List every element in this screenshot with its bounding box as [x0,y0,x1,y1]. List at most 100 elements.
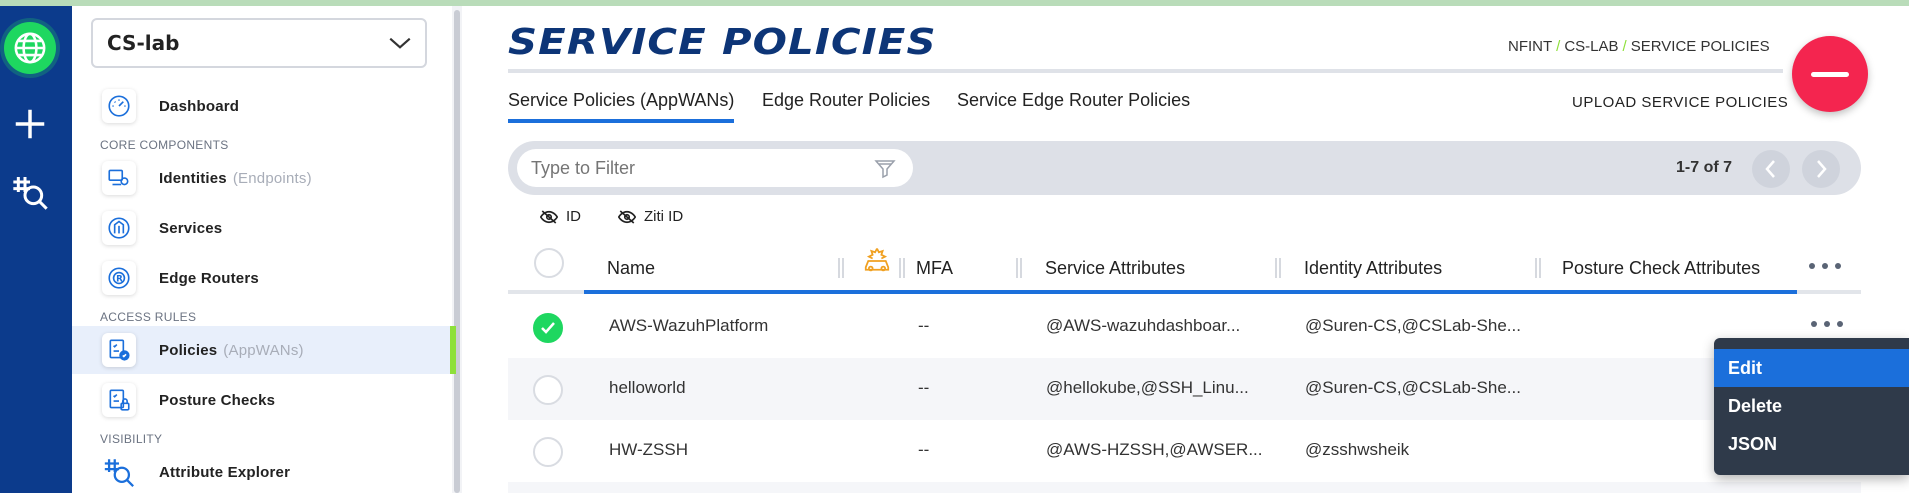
sidebar-item-label: Dashboard [159,97,240,115]
toggle-label: Ziti ID [644,208,684,225]
table-row[interactable]: helloworld -- @hellokube,@SSH_Linu... @S… [508,358,1861,420]
column-resize-handle[interactable] [1275,258,1281,278]
globe-icon [14,32,46,64]
table-row [508,482,1861,493]
attribute-search-button[interactable] [2,164,58,220]
sidebar-item-label: Policies (AppWANs) [159,342,304,359]
tab-service-edge-router-policies[interactable]: Service Edge Router Policies [957,90,1190,111]
table-header-accent [584,290,1797,294]
column-header-posture-check-attributes[interactable]: Posture Check Attributes [1562,258,1760,279]
sidebar-item-posture-checks[interactable]: Posture Checks [72,376,452,424]
plus-icon [15,109,45,139]
row-actions-menu-icon[interactable] [1810,320,1844,328]
cell-service-attributes: @hellokube,@SSH_Linu... [1046,378,1249,397]
row-select-checkbox[interactable] [533,437,563,467]
eye-off-icon [540,209,558,224]
network-select[interactable]: CS-lab [91,18,427,68]
breadcrumb-separator: / [1622,38,1627,55]
minus-icon [1811,71,1849,77]
breadcrumb-item[interactable]: CS-LAB [1564,38,1618,55]
sidebar-item-dashboard[interactable]: Dashboard [72,82,452,130]
sidebar-scrollbar-thumb[interactable] [454,10,460,493]
column-header-service-attributes[interactable]: Service Attributes [1045,258,1185,279]
sidebar-item-policies-text: Policies [159,341,218,359]
column-resize-handle[interactable] [1016,258,1022,278]
column-resize-handle[interactable] [899,258,905,278]
sidebar-item-label: Posture Checks [159,391,276,409]
delete-fab-button[interactable] [1792,36,1868,112]
identities-icon [102,161,136,195]
icon-rail [0,6,72,493]
sidebar-item-identities[interactable]: Identities (Endpoints) [72,154,452,202]
sidebar-item-attribute-explorer[interactable]: Attribute Explorer [72,448,452,496]
breadcrumb-item: SERVICE POLICIES [1630,38,1770,55]
tab-edge-router-policies[interactable]: Edge Router Policies [762,90,930,111]
breadcrumb-item[interactable]: NFINT [1508,38,1552,55]
cell-mfa: -- [918,316,930,335]
row-select-checkbox[interactable] [533,313,563,343]
column-resize-handle[interactable] [838,258,844,278]
policies-icon [102,333,136,367]
column-header-identity-attributes[interactable]: Identity Attributes [1304,258,1442,279]
prev-page-button[interactable] [1752,150,1790,188]
checkmark-icon [541,322,555,334]
sidebar-item-services[interactable]: Services [72,204,452,252]
row-select-checkbox[interactable] [533,375,563,405]
column-header-name[interactable]: Name [607,258,655,279]
filter-funnel-icon[interactable] [873,157,897,181]
chevron-right-icon [1817,160,1827,178]
filter-input[interactable] [517,149,913,187]
select-all-checkbox[interactable] [534,248,564,278]
network-globe-button[interactable] [4,22,56,74]
sidebar-item-identities-sub: (Endpoints) [232,169,312,187]
cell-identity-attributes: @Suren-CS,@CSLab-She... [1305,378,1521,397]
cell-name: AWS-WazuhPlatform [609,316,769,335]
sidebar-item-label: Identities (Endpoints) [159,170,312,187]
sidebar-item-policies[interactable]: Policies (AppWANs) [72,326,456,374]
title-divider [508,69,1783,73]
table-row[interactable]: AWS-WazuhPlatform -- @AWS-wazuhdashboar.… [508,296,1861,358]
toggle-id-column[interactable]: ID [540,208,581,225]
edge-router-icon: R [102,261,136,295]
hash-search-icon [13,177,48,210]
toggle-label: ID [566,208,581,225]
next-page-button[interactable] [1802,150,1840,188]
sidebar-item-policies-sub: (AppWANs) [223,341,304,359]
posture-check-icon [102,383,136,417]
chevron-down-icon [389,37,411,49]
sidebar-item-label: Attribute Explorer [159,463,291,481]
add-button[interactable] [2,96,58,152]
cell-mfa: -- [918,440,930,459]
eye-off-icon [618,209,636,224]
section-heading-access: ACCESS RULES [100,310,197,324]
svg-text:R: R [116,274,123,284]
column-menu-icon[interactable] [1808,262,1842,270]
toggle-ziti-id-column[interactable]: Ziti ID [618,208,683,225]
table-row[interactable]: HW-ZSSH -- @AWS-HZSSH,@AWSER... @zsshwsh… [508,420,1861,482]
section-heading-visibility: VISIBILITY [100,432,163,446]
menu-item-edit[interactable]: Edit [1714,349,1909,387]
cell-name: HW-ZSSH [609,440,689,459]
row-context-menu: Edit Delete JSON [1714,338,1909,475]
tab-service-policies[interactable]: Service Policies (AppWANs) [508,90,735,123]
cell-identity-attributes: @zsshwsheik [1305,440,1410,459]
menu-item-delete[interactable]: Delete [1714,387,1909,425]
cell-mfa: -- [918,378,930,397]
menu-item-json[interactable]: JSON [1714,425,1909,463]
page-title: SERVICE POLICIES [508,22,937,63]
column-resize-handle[interactable] [1535,258,1541,278]
dashboard-icon [102,89,136,123]
cell-identity-attributes: @Suren-CS,@CSLab-She... [1305,316,1521,335]
breadcrumb: NFINT / CS-LAB / SERVICE POLICIES [1508,38,1770,55]
section-heading-core: CORE COMPONENTS [100,138,229,152]
sidebar-item-edge-routers[interactable]: R Edge Routers [72,254,452,302]
cell-name: helloworld [609,378,686,397]
pagination-count: 1-7 of 7 [1676,159,1733,176]
breadcrumb-separator: / [1556,38,1561,55]
services-icon [102,211,136,245]
upload-service-policies-button[interactable]: UPLOAD SERVICE POLICIES [1572,94,1788,111]
column-header-mfa[interactable]: MFA [916,258,953,279]
cell-service-attributes: @AWS-wazuhdashboar... [1046,316,1241,335]
sidebar-item-label: Edge Routers [159,269,259,287]
chevron-left-icon [1765,160,1775,178]
